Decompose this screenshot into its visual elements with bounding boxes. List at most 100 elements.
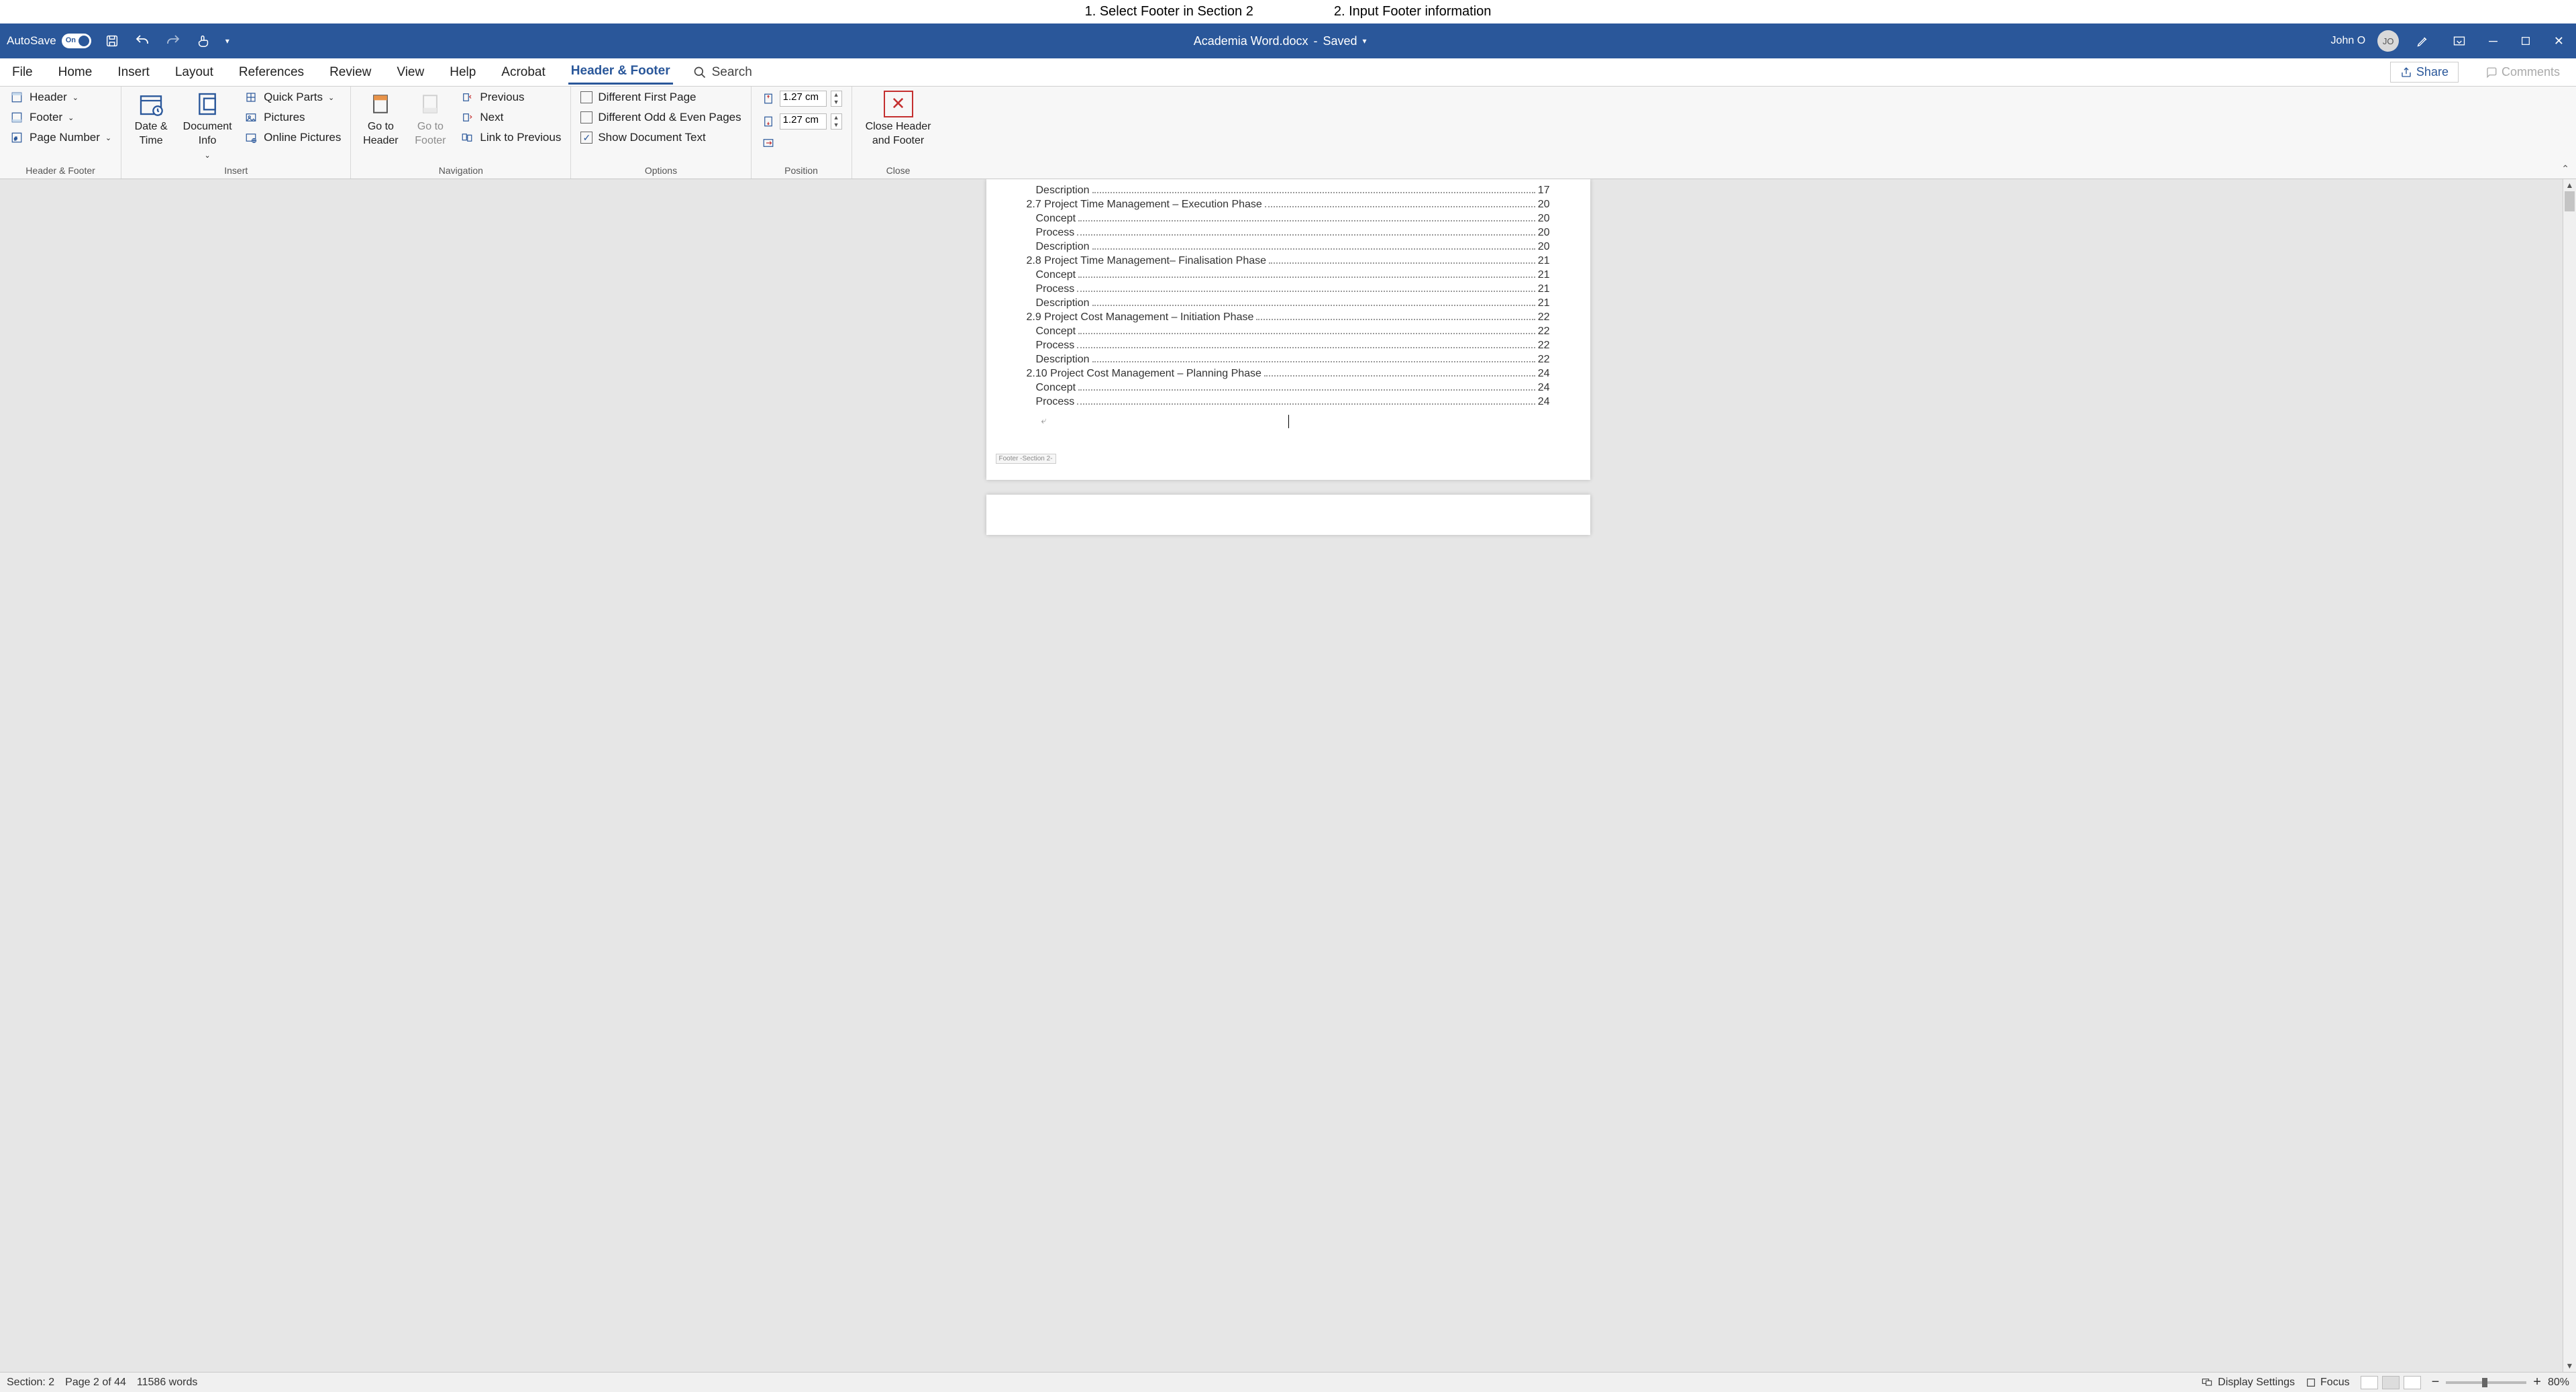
vertical-scrollbar[interactable]: ▲ ▼ xyxy=(2563,179,2576,1372)
toc-leader-dots xyxy=(1256,319,1535,320)
toc-leader-dots xyxy=(1078,389,1535,391)
avatar[interactable]: JO xyxy=(2377,30,2399,52)
autosave-toggle[interactable]: AutoSave On xyxy=(7,34,91,48)
link-to-previous-button[interactable]: Link to Previous xyxy=(460,131,561,144)
word-count[interactable]: 11586 words xyxy=(137,1377,197,1389)
page[interactable]: Description172.7 Project Time Management… xyxy=(986,179,1590,480)
close-header-footer-button[interactable]: ✕ Close Header and Footer xyxy=(862,91,935,148)
online-pictures-button[interactable]: Online Pictures xyxy=(244,131,341,144)
document-info-button[interactable]: Document Info ⌄ xyxy=(181,91,234,160)
header-button[interactable]: Header ⌄ xyxy=(9,91,111,104)
footer-button[interactable]: Footer ⌄ xyxy=(9,111,111,124)
document-scroll[interactable]: Description172.7 Project Time Management… xyxy=(0,179,2576,1372)
close-button[interactable]: ✕ xyxy=(2548,32,2569,51)
tell-me-search[interactable]: Search xyxy=(693,65,752,80)
maximize-button[interactable] xyxy=(2515,33,2536,49)
header-top-value[interactable]: 1.27 cm xyxy=(780,91,827,107)
toc-entry: Process20 xyxy=(1027,227,1550,239)
zoom-controls: − + 80% xyxy=(2432,1375,2569,1390)
toc-leader-dots xyxy=(1092,192,1535,193)
zoom-out-button[interactable]: − xyxy=(2432,1375,2440,1390)
tab-home[interactable]: Home xyxy=(56,61,95,84)
tab-insert[interactable]: Insert xyxy=(115,61,152,84)
toc-leader-dots xyxy=(1077,347,1535,348)
toc-text: Concept xyxy=(1036,382,1076,394)
spinner-buttons[interactable]: ▲▼ xyxy=(831,91,842,107)
tab-header-footer[interactable]: Header & Footer xyxy=(568,60,673,85)
display-settings-button[interactable]: Display Settings xyxy=(2200,1377,2295,1389)
zoom-in-button[interactable]: + xyxy=(2533,1375,2541,1390)
toggle-switch[interactable]: On xyxy=(62,34,91,48)
comments-button[interactable]: Comments xyxy=(2479,62,2567,82)
toc-entry: 2.10 Project Cost Management – Planning … xyxy=(1027,368,1550,380)
zoom-thumb[interactable] xyxy=(2482,1378,2487,1387)
toc-page-number: 21 xyxy=(1538,283,1550,295)
toc-text: Process xyxy=(1036,396,1075,408)
toc-page-number: 21 xyxy=(1538,269,1550,281)
scroll-thumb[interactable] xyxy=(2565,191,2575,211)
pen-icon[interactable] xyxy=(2411,32,2435,50)
toc-page-number: 24 xyxy=(1538,368,1550,380)
tab-layout[interactable]: Layout xyxy=(172,61,216,84)
insert-alignment-tab-button[interactable] xyxy=(761,136,842,150)
pictures-button[interactable]: Pictures xyxy=(244,111,341,124)
group-close: ✕ Close Header and Footer Close xyxy=(852,87,945,179)
tab-view[interactable]: View xyxy=(394,61,427,84)
section-indicator[interactable]: Section: 2 xyxy=(7,1377,54,1389)
header-from-top-spinner[interactable]: 1.27 cm ▲▼ xyxy=(761,91,842,107)
collapse-ribbon-button[interactable]: ⌃ xyxy=(2561,163,2569,175)
footer-edit-area[interactable]: ⤶ xyxy=(1027,410,1550,446)
save-icon[interactable] xyxy=(105,34,119,48)
toc-page-number: 22 xyxy=(1538,311,1550,324)
ribbon-display-icon[interactable] xyxy=(2447,32,2471,50)
footer-from-bottom-spinner[interactable]: 1.27 cm ▲▼ xyxy=(761,113,842,130)
touch-mode-icon[interactable] xyxy=(196,34,211,48)
zoom-level[interactable]: 80% xyxy=(2548,1377,2569,1389)
tab-file[interactable]: File xyxy=(9,61,36,84)
different-odd-even-checkbox[interactable]: Different Odd & Even Pages xyxy=(580,111,741,124)
undo-icon[interactable] xyxy=(134,33,150,49)
next-button[interactable]: Next xyxy=(460,111,561,124)
toc-leader-dots xyxy=(1092,361,1535,362)
show-document-text-checkbox[interactable]: ✓ Show Document Text xyxy=(580,131,741,144)
title-dropdown-icon[interactable]: ▾ xyxy=(1363,36,1367,46)
group-label-close: Close xyxy=(862,162,935,177)
read-mode-button[interactable] xyxy=(2361,1376,2378,1389)
toc-page-number: 17 xyxy=(1538,185,1550,197)
alignment-tab-icon xyxy=(761,136,776,150)
quick-parts-button[interactable]: Quick Parts ⌄ xyxy=(244,91,341,104)
tab-acrobat[interactable]: Acrobat xyxy=(499,61,548,84)
doc-info-icon xyxy=(194,91,221,117)
toc-text: Description xyxy=(1036,297,1090,309)
zoom-slider[interactable] xyxy=(2446,1381,2526,1384)
close-x-icon: ✕ xyxy=(884,91,913,117)
goto-header-button[interactable]: Go to Header xyxy=(360,91,401,148)
group-label-navigation: Navigation xyxy=(360,162,561,177)
different-first-page-checkbox[interactable]: Different First Page xyxy=(580,91,741,104)
scroll-down-button[interactable]: ▼ xyxy=(2565,1360,2575,1372)
redo-icon[interactable] xyxy=(165,33,181,49)
previous-button[interactable]: Previous xyxy=(460,91,561,104)
toc-page-number: 21 xyxy=(1538,255,1550,267)
page-indicator[interactable]: Page 2 of 44 xyxy=(65,1377,126,1389)
footer-bottom-value[interactable]: 1.27 cm xyxy=(780,113,827,130)
print-layout-button[interactable] xyxy=(2382,1376,2400,1389)
scroll-up-button[interactable]: ▲ xyxy=(2565,179,2575,191)
web-layout-button[interactable] xyxy=(2404,1376,2421,1389)
footer-section-tag[interactable]: Footer -Section 2- xyxy=(996,454,1056,464)
page[interactable] xyxy=(986,495,1590,535)
header-height-icon xyxy=(761,92,776,105)
page-number-button[interactable]: # Page Number ⌄ xyxy=(9,131,111,144)
date-time-button[interactable]: Date & Time xyxy=(131,91,171,148)
focus-mode-button[interactable]: Focus xyxy=(2306,1377,2350,1389)
toc-leader-dots xyxy=(1077,234,1535,236)
toc-leader-dots xyxy=(1092,248,1535,250)
spinner-buttons[interactable]: ▲▼ xyxy=(831,113,842,130)
titlebar: AutoSave On ▾ Academia Word.docx - Saved… xyxy=(0,23,2576,58)
share-button[interactable]: Share xyxy=(2390,62,2459,83)
minimize-button[interactable]: ─ xyxy=(2483,32,2503,51)
scroll-track[interactable] xyxy=(2563,191,2576,1360)
tab-review[interactable]: Review xyxy=(327,61,374,84)
tab-references[interactable]: References xyxy=(236,61,307,84)
tab-help[interactable]: Help xyxy=(447,61,478,84)
